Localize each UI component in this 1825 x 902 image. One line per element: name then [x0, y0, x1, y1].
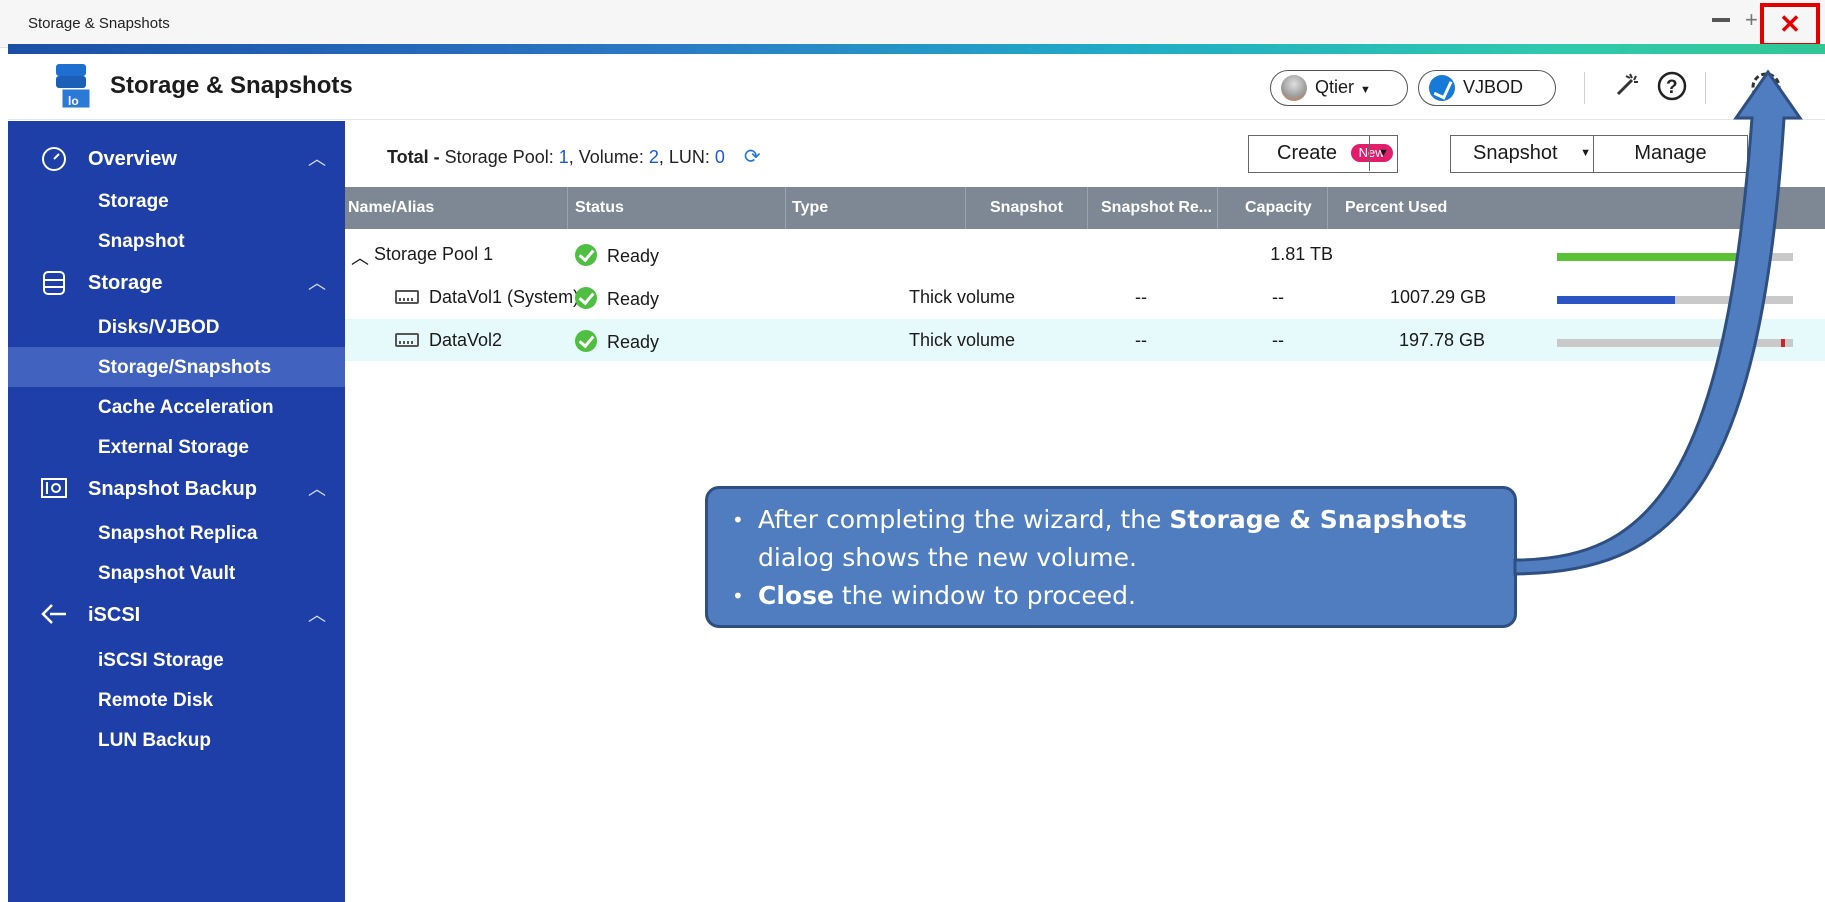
- column-divider: [965, 187, 966, 229]
- sidebar-item-lun-backup[interactable]: LUN Backup: [8, 720, 345, 760]
- volume-disk-icon: [395, 290, 419, 304]
- lun-count: 0: [714, 147, 725, 167]
- sidebar-item-external-storage[interactable]: External Storage: [8, 427, 345, 467]
- row-snapshot: --: [1135, 287, 1147, 307]
- storage-app-icon: lo: [56, 64, 91, 109]
- instruction-callout: After completing the wizard, the Storage…: [705, 486, 1517, 628]
- sidebar-section-snapshot-backup[interactable]: Snapshot Backup ︿: [8, 469, 345, 509]
- chevron-up-icon[interactable]: ︿: [308, 601, 326, 627]
- column-snapshot-replica[interactable]: Snapshot Re...: [1101, 199, 1212, 217]
- sidebar-item-cache-acceleration[interactable]: Cache Acceleration: [8, 387, 345, 427]
- row-name: DataVol1 (System): [395, 287, 579, 308]
- snapshot-backup-icon: [40, 476, 68, 504]
- sidebar-item-disks-vjbod[interactable]: Disks/VJBOD: [8, 307, 345, 347]
- svg-text:lo: lo: [68, 94, 79, 108]
- window-titlebar: Storage & Snapshots + ✕: [0, 0, 1825, 48]
- storage-snapshots-window: Storage & Snapshots + ✕ lo Storage & Sna…: [0, 0, 1825, 902]
- sidebar-item-snapshot-replica[interactable]: Snapshot Replica: [8, 513, 345, 553]
- column-capacity[interactable]: Capacity: [1245, 199, 1312, 217]
- chevron-down-icon: ▼: [1360, 84, 1371, 96]
- gauge-icon: [40, 146, 68, 174]
- sidebar: Overview ︿ Storage Snapshot Storage ︿ Di…: [8, 121, 345, 902]
- row-type: Thick volume: [909, 287, 1016, 307]
- app-title: Storage & Snapshots: [110, 72, 353, 99]
- column-divider: [1327, 187, 1328, 229]
- database-icon: [40, 270, 68, 298]
- title-accent-bar: [8, 44, 1825, 54]
- sidebar-item-snapshot-overview[interactable]: Snapshot: [8, 221, 345, 261]
- qtier-icon: [1281, 75, 1307, 101]
- sidebar-section-label: Snapshot Backup: [88, 478, 257, 500]
- column-divider: [1217, 187, 1218, 229]
- column-name-alias[interactable]: Name/Alias: [348, 199, 434, 217]
- maximize-button[interactable]: +: [1745, 9, 1761, 31]
- minimize-button[interactable]: [1712, 18, 1730, 22]
- create-button[interactable]: Create New ▼: [1248, 135, 1398, 173]
- check-circle-icon: [575, 244, 597, 266]
- column-divider: [567, 187, 568, 229]
- column-type[interactable]: Type: [792, 199, 828, 217]
- refresh-icon[interactable]: ⟳: [744, 144, 761, 169]
- pointer-arrow: [1513, 69, 1803, 576]
- sidebar-item-iscsi-storage[interactable]: iSCSI Storage: [8, 640, 345, 680]
- column-status[interactable]: Status: [575, 199, 624, 217]
- column-snapshot[interactable]: Snapshot: [990, 199, 1063, 217]
- qtier-label: Qtier: [1315, 77, 1355, 97]
- row-capacity: 1.81 TB: [1270, 244, 1333, 264]
- row-status: Ready: [575, 244, 659, 267]
- row-snapshot-replica: --: [1272, 330, 1284, 350]
- pool-count: 1: [558, 147, 569, 167]
- sidebar-section-label: Overview: [88, 148, 177, 170]
- check-circle-icon: [575, 330, 597, 352]
- column-percent-used[interactable]: Percent Used: [1345, 199, 1447, 217]
- row-snapshot-replica: --: [1272, 287, 1284, 307]
- create-label: Create: [1277, 142, 1338, 164]
- vjbod-icon: [1429, 75, 1455, 101]
- row-capacity: 197.78 GB: [1399, 330, 1486, 350]
- callout-bullet: After completing the wizard, the Storage…: [732, 501, 1494, 577]
- sidebar-section-label: iSCSI: [88, 604, 141, 626]
- expand-chevron-icon[interactable]: ︿: [351, 244, 369, 270]
- sidebar-section-storage[interactable]: Storage ︿: [8, 263, 345, 303]
- sidebar-item-snapshot-vault[interactable]: Snapshot Vault: [8, 553, 345, 593]
- sidebar-item-remote-disk[interactable]: Remote Disk: [8, 680, 345, 720]
- sidebar-item-storage-snapshots[interactable]: Storage/Snapshots: [8, 347, 345, 387]
- callout-bullet: Close the window to proceed.: [732, 577, 1494, 615]
- row-status: Ready: [575, 287, 659, 310]
- volume-count: 2: [648, 147, 659, 167]
- sidebar-section-iscsi[interactable]: iSCSI ︿: [8, 595, 345, 635]
- sidebar-section-label: Storage: [88, 272, 163, 294]
- row-status: Ready: [575, 330, 659, 353]
- total-label: Total -: [387, 147, 440, 167]
- chevron-up-icon[interactable]: ︿: [308, 475, 326, 501]
- close-button[interactable]: ✕: [1760, 3, 1820, 47]
- chevron-down-icon[interactable]: ▼: [1369, 136, 1397, 171]
- column-divider: [1087, 187, 1088, 229]
- row-snapshot: --: [1135, 330, 1147, 350]
- chevron-up-icon[interactable]: ︿: [308, 145, 326, 171]
- summary-line: Total - Storage Pool: 1, Volume: 2, LUN:…: [387, 144, 761, 169]
- row-name: DataVol2: [395, 330, 502, 351]
- window-title: Storage & Snapshots: [28, 15, 170, 32]
- sidebar-item-storage-overview[interactable]: Storage: [8, 181, 345, 221]
- row-name: Storage Pool 1: [374, 244, 494, 264]
- qtier-button[interactable]: Qtier ▼: [1270, 70, 1408, 106]
- chevron-up-icon[interactable]: ︿: [308, 269, 326, 295]
- row-capacity: 1007.29 GB: [1390, 287, 1487, 307]
- row-type: Thick volume: [909, 330, 1016, 350]
- column-divider: [785, 187, 786, 229]
- check-circle-icon: [575, 287, 597, 309]
- sidebar-section-overview[interactable]: Overview ︿: [8, 139, 345, 179]
- iscsi-icon: [40, 602, 68, 630]
- volume-disk-icon: [395, 333, 419, 347]
